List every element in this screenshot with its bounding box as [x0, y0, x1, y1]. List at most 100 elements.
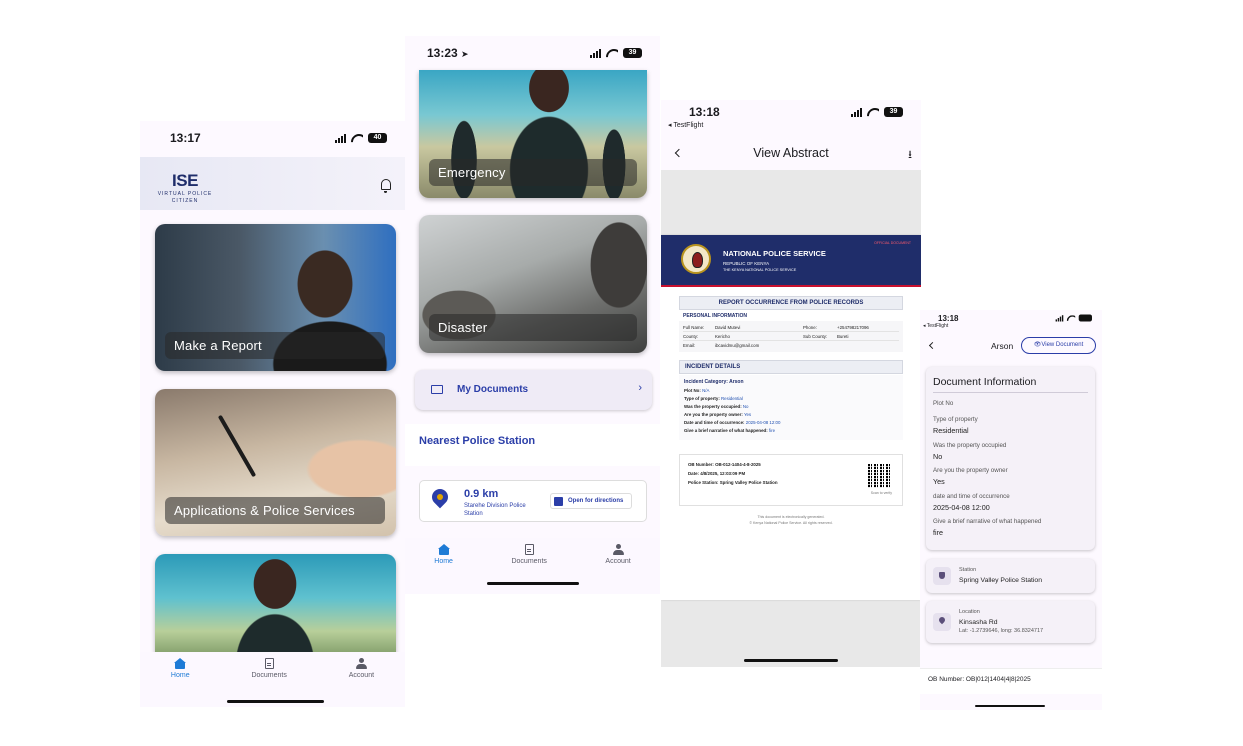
my-documents-button[interactable]: My Documents › — [415, 370, 652, 410]
notification-bell-icon[interactable] — [381, 179, 391, 193]
app-header: ISE VIRTUAL POLICE CITIZEN — [140, 157, 405, 210]
abstract-document: OFFICIAL DOCUMENT NATIONAL POLICE SERVIC… — [661, 235, 921, 600]
nav-documents[interactable]: Documents — [511, 544, 547, 565]
documents-icon — [264, 658, 274, 669]
info-field: date and time of occurrence 2025-04-08 12… — [933, 493, 1010, 512]
incident-row: Plot No: N/A — [684, 388, 710, 393]
phone-view-abstract: 13:18 39 ◂ TestFlight View Abstract ⭳ OF… — [661, 100, 921, 667]
logo-main: ISE — [172, 171, 198, 190]
incident-row: Type of property: Residential — [684, 396, 743, 401]
status-bar: 13:23 ➤ 39 — [405, 36, 660, 70]
incident-row: Was the property occupied: No — [684, 404, 749, 409]
disaster-label: Disaster — [429, 314, 637, 341]
status-bar: 13:17 40 — [140, 121, 405, 155]
nearest-station-title: Nearest Police Station — [419, 435, 536, 447]
station-value: Spring Valley Police Station — [959, 577, 1042, 584]
home-indicator — [744, 659, 838, 662]
ob-date: Date: 4/8/2025, 12:03:09 PM — [688, 471, 746, 476]
republic-label: REPUBLIC OF KENYA — [723, 261, 770, 266]
view-document-button[interactable]: 👁View Document — [1021, 337, 1096, 354]
personal-row: Email: ibcavidmu@gmail.com — [683, 343, 760, 348]
wifi-icon — [867, 108, 879, 117]
account-icon — [355, 658, 367, 669]
phone-arson-details: 13:18 ◂ TestFlight Arson 👁View Document … — [920, 310, 1102, 710]
folder-icon — [431, 385, 443, 394]
chevron-right-icon: › — [638, 382, 642, 394]
logo-sub: VIRTUAL POLICE CITIZEN — [157, 191, 213, 204]
station-label: Station — [959, 567, 977, 573]
back-chevron-icon[interactable] — [928, 341, 937, 350]
emergency-label: Emergency — [429, 159, 637, 186]
view-document-label: View Document — [1041, 342, 1084, 348]
screen-title: Arson — [991, 341, 1014, 351]
wifi-icon — [1067, 315, 1075, 321]
bottom-navigation: Home Documents Account — [405, 538, 660, 594]
back-to-testflight[interactable]: ◂ TestFlight — [923, 323, 948, 329]
documents-icon — [524, 544, 534, 555]
document-footer: This document is electronically generate… — [661, 515, 921, 525]
make-report-card[interactable]: Make a Report — [155, 224, 396, 371]
download-icon[interactable]: ⭳ — [908, 146, 912, 165]
location-card: Location Kinsasha Rd Lat: -1.2739646, lo… — [926, 601, 1095, 643]
nav-home[interactable]: Home — [434, 544, 453, 565]
ob-number-bar: OB Number: OB|012|1404|4|8|2025 — [920, 668, 1102, 694]
incident-details-title: INCIDENT DETAILS — [679, 360, 903, 374]
status-time: 13:23 ➤ — [427, 46, 469, 60]
personal-row: Full Name: David Mutevi Phone: +25479821709… — [683, 323, 899, 332]
home-indicator — [487, 582, 579, 585]
nearest-station-card[interactable]: 0.9 km Starehe Division Police Station O… — [419, 480, 647, 522]
status-time: 13:18 — [938, 313, 959, 323]
incident-row: Are you the property owner: Yes — [684, 412, 752, 417]
make-report-label: Make a Report — [165, 332, 385, 359]
incident-row: Give a brief narrative of what happened:… — [684, 428, 776, 433]
signal-icon — [851, 107, 862, 117]
phone-home-scrolled: 13:23 ➤ 39 Emergency Disaster My Documen… — [405, 36, 660, 594]
applications-card[interactable]: Applications & Police Services — [155, 389, 396, 536]
phone-home-screen: 13:17 40 ISE VIRTUAL POLICE CITIZEN Make… — [140, 121, 405, 707]
status-time: 13:17 — [170, 131, 201, 145]
home-indicator — [975, 705, 1045, 707]
wifi-icon — [606, 49, 618, 58]
location-coords: Lat: -1.2739646, long: 36.8324717 — [959, 628, 1044, 634]
personal-row: County: Kericho Sub County: Bureti — [683, 332, 899, 341]
incident-category: Incident Category: Arson — [684, 379, 744, 385]
home-indicator — [227, 700, 324, 703]
official-document-tag: OFFICIAL DOCUMENT — [874, 241, 911, 245]
battery-icon: 40 — [368, 133, 387, 143]
disaster-card[interactable]: Disaster — [419, 215, 647, 353]
open-directions-button[interactable]: Open for directions — [550, 493, 632, 509]
nav-home-label: Home — [434, 558, 453, 565]
nav-account[interactable]: Account — [349, 658, 374, 679]
incident-row: Date and time of occurrence: 2025-04-08 … — [684, 420, 781, 425]
nav-account-label: Account — [605, 558, 631, 565]
nav-home-label: Home — [170, 672, 190, 679]
footer-line-2: © Kenya National Police Service. All rig… — [749, 521, 833, 525]
kenya-police-seal — [681, 244, 711, 274]
nav-documents[interactable]: Documents — [251, 658, 287, 679]
signal-icon — [335, 133, 346, 143]
nav-home[interactable]: Home — [171, 658, 190, 679]
ob-number: OB Number: OB-012-1404-4-8-2025 — [688, 462, 761, 467]
app-logo: ISE VIRTUAL POLICE CITIZEN — [153, 171, 217, 205]
applications-label: Applications & Police Services — [165, 497, 385, 524]
document-header: OFFICIAL DOCUMENT NATIONAL POLICE SERVIC… — [661, 235, 921, 287]
battery-icon: 39 — [623, 48, 642, 58]
section-title: Document Information — [933, 376, 1037, 388]
nav-account-label: Account — [348, 672, 375, 679]
qr-code — [868, 464, 892, 488]
wifi-icon — [351, 134, 363, 143]
personal-info-title: PERSONAL INFORMATION — [683, 313, 747, 319]
station-card: Station Spring Valley Police Station — [926, 559, 1095, 593]
nav-documents-label: Documents — [251, 672, 287, 679]
ob-info-box: OB Number: OB-012-1404-4-8-2025 Date: 4/… — [679, 454, 903, 506]
map-icon — [554, 497, 563, 506]
emergency-card[interactable]: Emergency — [419, 70, 647, 198]
location-value: Kinsasha Rd — [959, 619, 998, 626]
info-field: Type of property Residential — [933, 416, 978, 435]
nav-account[interactable]: Account — [605, 544, 631, 565]
back-to-testflight[interactable]: ◂ TestFlight — [668, 121, 703, 129]
ob-number: OB Number: OB|012|1404|4|8|2025 — [928, 676, 1031, 683]
emergency-card-partial[interactable] — [155, 554, 396, 664]
bottom-navigation: Home Documents Account — [140, 652, 405, 707]
info-field: Plot No — [933, 400, 954, 407]
